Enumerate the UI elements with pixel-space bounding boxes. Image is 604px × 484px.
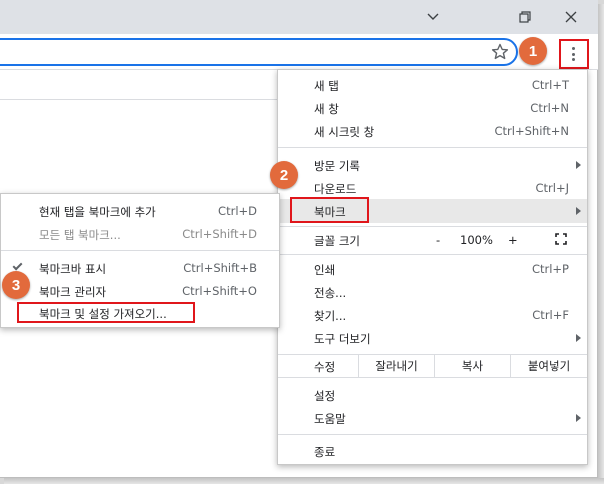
- menu-item-downloads[interactable]: 다운로드 Ctrl+J: [278, 177, 587, 199]
- menu-item-exit[interactable]: 종료: [278, 440, 587, 462]
- star-icon: [491, 43, 509, 60]
- zoom-value: 100%: [460, 233, 493, 247]
- menu-divider: [278, 226, 587, 227]
- fullscreen-icon: [555, 233, 567, 245]
- menu-item-more-tools[interactable]: 도구 더보기: [278, 327, 587, 349]
- edit-row: 수정 잘라내기 복사 붙여넣기: [278, 354, 587, 378]
- zoom-label: 글꼴 크기: [314, 234, 360, 248]
- menu-item-history[interactable]: 방문 기록: [278, 154, 587, 176]
- title-bar: [0, 0, 598, 34]
- step-2-badge: 2: [270, 161, 298, 189]
- submenu-arrow-icon: [576, 334, 581, 342]
- restore-button[interactable]: [502, 0, 548, 34]
- step-3-badge: 3: [2, 271, 30, 299]
- edit-label: 수정: [314, 360, 336, 374]
- close-icon: [565, 11, 577, 23]
- menu-item-new-window[interactable]: 새 창 Ctrl+N: [278, 97, 587, 119]
- step-1-badge: 1: [519, 37, 547, 65]
- fullscreen-button[interactable]: [555, 233, 567, 245]
- bookmarks-bar: [0, 70, 278, 100]
- import-highlight-box: [17, 302, 195, 323]
- close-window-button[interactable]: [548, 0, 594, 34]
- submenu-arrow-icon: [576, 414, 581, 422]
- submenu-item-bookmark-manager[interactable]: 북마크 관리자 Ctrl+Shift+O: [1, 280, 279, 302]
- frame-shadow-bottom: [4, 478, 604, 484]
- address-bar[interactable]: [0, 38, 518, 66]
- menu-divider: [278, 254, 587, 255]
- submenu-item-bookmark-this-tab[interactable]: 현재 탭을 북마크에 추가 Ctrl+D: [1, 200, 279, 222]
- zoom-out-button[interactable]: -: [436, 233, 440, 247]
- chevron-down-icon: [427, 13, 439, 20]
- menu-item-cast[interactable]: 전송...: [278, 281, 587, 303]
- menu-item-new-incognito[interactable]: 새 시크릿 창 Ctrl+Shift+N: [278, 120, 587, 142]
- copy-button[interactable]: 복사: [434, 355, 510, 377]
- check-icon: [12, 260, 23, 271]
- paste-button[interactable]: 붙여넣기: [510, 355, 587, 377]
- menu-item-print[interactable]: 인쇄 Ctrl+P: [278, 258, 587, 280]
- bookmarks-highlight-box: [290, 197, 369, 223]
- browser-window: 새 탭 Ctrl+T 새 창 Ctrl+N 새 시크릿 창 Ctrl+Shift…: [0, 0, 598, 478]
- bookmark-star-button[interactable]: [490, 42, 510, 62]
- more-vert-icon[interactable]: [568, 45, 578, 63]
- submenu-divider: [1, 250, 279, 251]
- menu-divider: [278, 434, 587, 435]
- submenu-arrow-icon: [576, 207, 581, 215]
- submenu-item-bookmark-all-tabs[interactable]: 모든 탭 북마크... Ctrl+Shift+D: [1, 223, 279, 245]
- frame-shadow-right: [598, 4, 604, 484]
- submenu-item-show-bookmarks-bar[interactable]: 북마크바 표시 Ctrl+Shift+B: [1, 257, 279, 279]
- submenu-arrow-icon: [576, 161, 581, 169]
- tab-search-button[interactable]: [410, 0, 456, 34]
- menu-divider: [278, 147, 587, 148]
- menu-item-new-tab[interactable]: 새 탭 Ctrl+T: [278, 74, 587, 96]
- zoom-in-button[interactable]: +: [508, 233, 518, 247]
- chrome-main-menu: 새 탭 Ctrl+T 새 창 Ctrl+N 새 시크릿 창 Ctrl+Shift…: [277, 69, 588, 465]
- zoom-row: 글꼴 크기 - 100% +: [278, 229, 587, 251]
- menu-item-find[interactable]: 찾기... Ctrl+F: [278, 304, 587, 326]
- menu-item-help[interactable]: 도움말: [278, 407, 587, 429]
- cut-button[interactable]: 잘라내기: [358, 355, 434, 377]
- restore-icon: [519, 11, 531, 23]
- minimize-button[interactable]: [456, 0, 502, 34]
- menu-item-settings[interactable]: 설정: [278, 384, 587, 406]
